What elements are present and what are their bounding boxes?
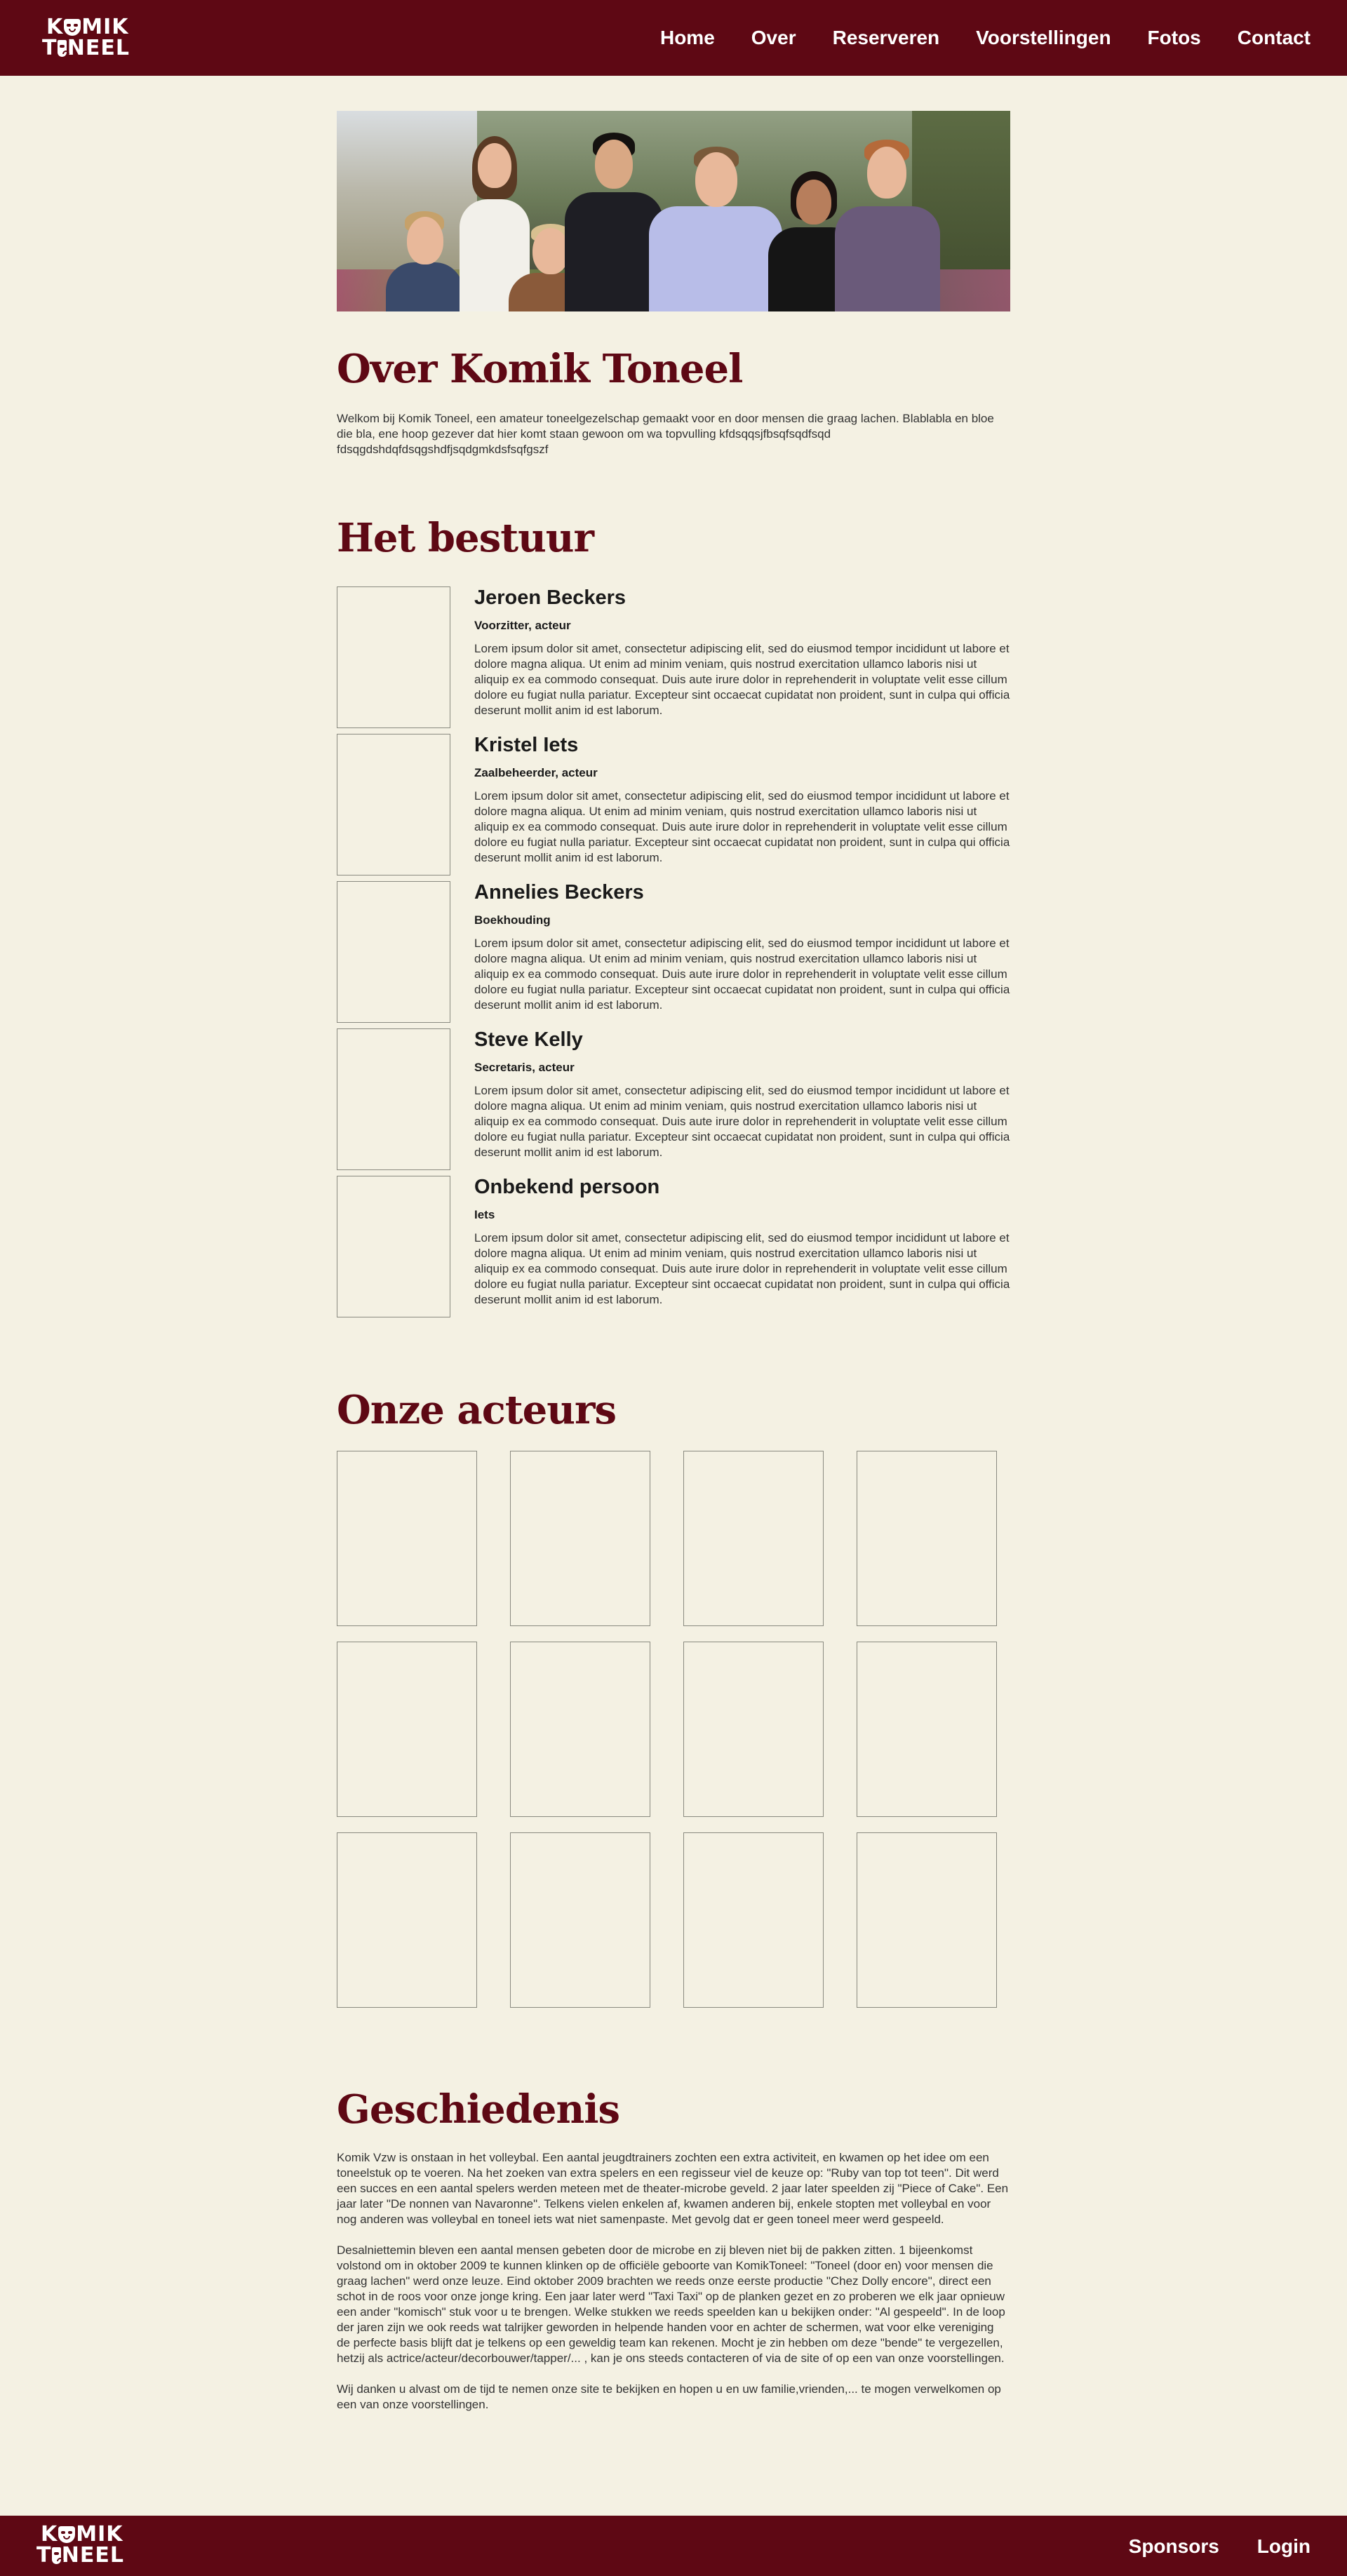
member-name: Onbekend persoon — [474, 1176, 660, 1198]
actor-photo[interactable] — [510, 1642, 650, 1817]
nav-over[interactable]: Over — [751, 27, 796, 49]
nav-contact[interactable]: Contact — [1238, 27, 1311, 49]
member-photo — [337, 881, 450, 1023]
logo-letter: K — [41, 2522, 58, 2547]
footer-nav: Sponsors Login — [1129, 2535, 1311, 2558]
member-role: Voorzitter, acteur — [474, 619, 571, 632]
nav-fotos[interactable]: Fotos — [1148, 27, 1201, 49]
site-header: K MIK T NEEL Home Over Reserveren Voorst… — [0, 0, 1347, 76]
member-role: Iets — [474, 1208, 495, 1221]
member-role: Secretaris, acteur — [474, 1061, 575, 1074]
board-member: Kristel Iets Zaalbeheerder, acteur Lorem… — [337, 734, 1010, 876]
member-description: Lorem ipsum dolor sit amet, consectetur … — [474, 937, 1010, 1012]
photo-person — [386, 210, 463, 311]
actor-photo[interactable] — [683, 1451, 824, 1626]
member-description: Lorem ipsum dolor sit amet, consectetur … — [474, 1231, 1010, 1306]
history-paragraph: Wij danken u alvast om de tijd te nemen … — [337, 2382, 1001, 2411]
actor-photo[interactable] — [337, 1642, 477, 1817]
footer-link-login[interactable]: Login — [1257, 2535, 1311, 2558]
about-title: Over Komik Toneel — [337, 346, 743, 392]
member-photo — [337, 1028, 450, 1170]
member-name: Annelies Beckers — [474, 881, 644, 904]
comedy-mask-icon — [64, 19, 81, 36]
member-photo — [337, 586, 450, 728]
footer-link-sponsors[interactable]: Sponsors — [1129, 2535, 1219, 2558]
member-description: Lorem ipsum dolor sit amet, consectetur … — [474, 1084, 1010, 1159]
logo-letters: NEEL — [61, 2543, 124, 2568]
logo-letter: K — [46, 15, 64, 39]
logo-letter: T — [42, 36, 58, 60]
logo-letters: NEEL — [67, 36, 130, 60]
actor-photo[interactable] — [337, 1832, 477, 2008]
actor-photo[interactable] — [857, 1451, 997, 1626]
history-paragraph: Komik Vzw is onstaan in het volleybal. E… — [337, 2151, 1009, 2226]
logo-letters: MIK — [76, 2522, 123, 2547]
photo-person — [649, 147, 782, 311]
board-member: Annelies Beckers Boekhouding Lorem ipsum… — [337, 881, 1010, 1023]
actor-photo[interactable] — [510, 1832, 650, 2008]
nav-reserveren[interactable]: Reserveren — [833, 27, 940, 49]
about-text: Welkom bij Komik Toneel, een amateur ton… — [337, 412, 994, 456]
actor-photo[interactable] — [683, 1832, 824, 2008]
history-text: Komik Vzw is onstaan in het volleybal. E… — [337, 2150, 1010, 2428]
history-title: Geschiedenis — [337, 2086, 620, 2133]
logo-letters: MIK — [81, 15, 129, 39]
tragedy-mask-icon — [58, 40, 70, 57]
board-title: Het bestuur — [337, 515, 594, 561]
member-role: Zaalbeheerder, acteur — [474, 766, 598, 779]
member-name: Jeroen Beckers — [474, 586, 626, 609]
member-photo — [337, 734, 450, 876]
actor-photo[interactable] — [510, 1451, 650, 1626]
actors-title: Onze acteurs — [337, 1387, 617, 1433]
tragedy-mask-icon — [52, 2547, 65, 2564]
nav-voorstellingen[interactable]: Voorstellingen — [976, 27, 1111, 49]
member-role: Boekhouding — [474, 913, 551, 927]
actor-photo[interactable] — [337, 1451, 477, 1626]
footer-logo[interactable]: K MIK T NEEL — [36, 2524, 124, 2569]
member-photo — [337, 1176, 450, 1317]
board-member: Onbekend persoon Iets Lorem ipsum dolor … — [337, 1176, 1010, 1317]
actor-photo[interactable] — [857, 1642, 997, 1817]
comedy-mask-icon — [58, 2526, 76, 2543]
member-description: Lorem ipsum dolor sit amet, consectetur … — [474, 789, 1010, 864]
main-nav: Home Over Reserveren Voorstellingen Foto… — [660, 27, 1311, 49]
nav-home[interactable]: Home — [660, 27, 715, 49]
member-name: Kristel Iets — [474, 734, 579, 756]
actor-photo[interactable] — [857, 1832, 997, 2008]
group-photo — [337, 111, 1010, 311]
actor-photo[interactable] — [683, 1642, 824, 1817]
member-name: Steve Kelly — [474, 1028, 583, 1051]
history-paragraph: Desalniettemin bleven een aantal mensen … — [337, 2243, 1005, 2365]
member-description: Lorem ipsum dolor sit amet, consectetur … — [474, 642, 1010, 717]
site-logo[interactable]: K MIK T NEEL — [42, 17, 130, 62]
logo-letter: T — [36, 2543, 52, 2568]
board-member: Jeroen Beckers Voorzitter, acteur Lorem … — [337, 586, 1010, 728]
photo-person — [828, 140, 947, 311]
site-footer: K MIK T NEEL Sponsors Login — [0, 2516, 1347, 2576]
board-member: Steve Kelly Secretaris, acteur Lorem ips… — [337, 1028, 1010, 1170]
